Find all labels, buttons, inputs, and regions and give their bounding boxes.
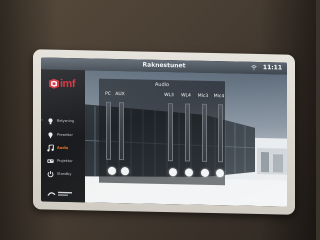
nav-item-belysning[interactable]: › Belysning	[41, 116, 85, 129]
nav-label-audio: Audio	[57, 145, 69, 150]
channel-label-mic3: Mic3	[197, 93, 209, 99]
volume-slider-mic4[interactable]	[218, 104, 223, 163]
projector-icon	[47, 159, 54, 163]
logo-mark-icon	[49, 78, 59, 89]
channel-button-aux[interactable]	[121, 167, 129, 176]
volume-slider-wl3[interactable]	[168, 103, 173, 162]
chevron-right-icon: ›	[41, 117, 43, 124]
nav-label-presetter: Presetter	[57, 132, 73, 138]
channel-label-wl3: WL3	[164, 93, 174, 99]
bulb-icon	[48, 118, 53, 125]
logo-text: imf	[60, 77, 75, 91]
logo: imf	[49, 77, 81, 92]
brand-mark-icon	[47, 191, 72, 196]
note-icon	[47, 144, 54, 152]
pin-icon	[48, 132, 53, 139]
clock: 11:11	[262, 64, 282, 72]
audio-panel-title: Audio	[154, 81, 170, 89]
nav-item-audio[interactable]: Audio	[45, 143, 85, 156]
channel-button-pc[interactable]	[108, 166, 116, 175]
volume-slider-aux[interactable]	[119, 102, 124, 161]
channel-label-mic4: Mic4	[213, 94, 225, 100]
main-area: Audio PC AUX WL3 WL4 Mic3 Mic4	[85, 70, 287, 207]
nav-item-standby[interactable]: Standby	[45, 169, 85, 182]
volume-slider-pc[interactable]	[106, 101, 111, 160]
channel-label-aux: AUX	[115, 91, 125, 98]
nav-item-projektor[interactable]: Projektor	[45, 156, 85, 169]
channel-label-wl4: WL4	[181, 93, 191, 99]
channel-button-wl3[interactable]	[169, 168, 177, 177]
channel-button-wl4[interactable]	[185, 168, 193, 177]
nav-item-presetter[interactable]: Presetter	[45, 130, 85, 143]
touch-panel-bezel: Raknestunet 11:11 imf › Belysning Preset…	[33, 49, 295, 215]
sidebar: imf › Belysning Presetter Audio Projekto…	[41, 69, 85, 203]
wifi-icon	[251, 65, 257, 70]
power-icon	[47, 170, 54, 178]
touch-screen: Raknestunet 11:11 imf › Belysning Preset…	[41, 57, 287, 207]
nav-label-standby: Standby	[57, 171, 72, 177]
channel-button-mic4[interactable]	[216, 169, 224, 178]
channel-button-mic3[interactable]	[201, 168, 209, 177]
nav-label-projektor: Projektor	[57, 158, 73, 164]
nav-label-belysning: Belysning	[57, 118, 75, 124]
volume-slider-wl4[interactable]	[185, 103, 190, 162]
volume-slider-mic3[interactable]	[202, 103, 207, 162]
